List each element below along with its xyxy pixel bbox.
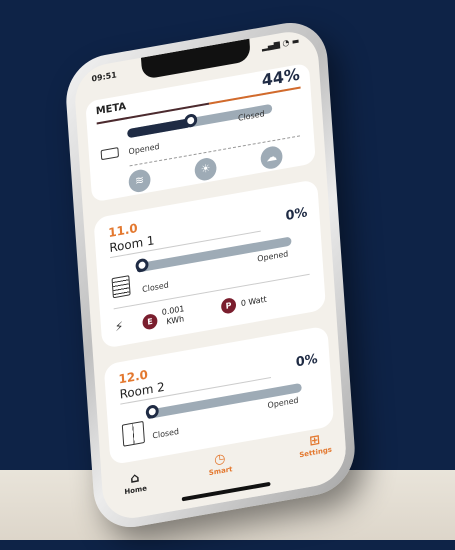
room-card-1[interactable]: 11.0 Room 1 0% Closed Opened ⚡ E 0.001 K… (93, 179, 327, 349)
nav-smart[interactable]: ◷ Smart (208, 450, 233, 477)
meta-percent: 44% (261, 64, 301, 91)
room-2-closed-label: Closed (152, 426, 180, 441)
meta-progress-accent (208, 86, 301, 105)
room-1-opened-label: Opened (257, 249, 289, 264)
room-2-percent: 0% (295, 351, 319, 371)
room-1-percent: 0% (285, 205, 308, 225)
meta-slider-knob[interactable] (183, 112, 198, 129)
nav-home[interactable]: ⌂ Home (123, 469, 147, 496)
room-1-closed-label: Closed (141, 280, 170, 295)
energy-meter-icon: ⚡ (114, 318, 124, 335)
meta-slider-fill (127, 118, 192, 139)
door-icon (121, 420, 145, 447)
energy-e-unit: KWh (166, 314, 185, 327)
window-icon (100, 147, 120, 161)
meta-panel: META 44% Opened Closed ≋ ☀ ☁ (85, 62, 316, 203)
meta-title: META (95, 101, 127, 118)
nav-settings[interactable]: ⊞ Settings (298, 431, 332, 459)
blind-icon (111, 275, 131, 299)
energy-p-badge: P (220, 296, 237, 315)
room-1-slider-knob[interactable] (135, 257, 150, 273)
meta-slider[interactable] (127, 103, 273, 139)
room-2-opened-label: Opened (267, 395, 299, 411)
status-icons: ▂▄▆ ◔ ▬ (261, 36, 300, 52)
phone-notch (140, 38, 251, 80)
wind-icon[interactable]: ≋ (128, 167, 152, 194)
meta-opened-label: Opened (128, 141, 160, 157)
home-indicator (181, 481, 271, 502)
status-time: 09:51 (91, 70, 118, 84)
rain-icon[interactable]: ☁ (259, 144, 284, 171)
energy-e-badge: E (142, 312, 158, 331)
room-2-slider-knob[interactable] (145, 403, 160, 420)
phone-mockup: 09:51 ▂▄▆ ◔ ▬ META 44% Opened Closed ≋ ☀… (8, 10, 455, 550)
energy-p-value: 0 Watt (240, 294, 268, 309)
phone-frame: 09:51 ▂▄▆ ◔ ▬ META 44% Opened Closed ≋ ☀… (63, 16, 358, 534)
sun-icon[interactable]: ☀ (193, 156, 218, 183)
phone-screen: 09:51 ▂▄▆ ◔ ▬ META 44% Opened Closed ≋ ☀… (73, 26, 348, 524)
